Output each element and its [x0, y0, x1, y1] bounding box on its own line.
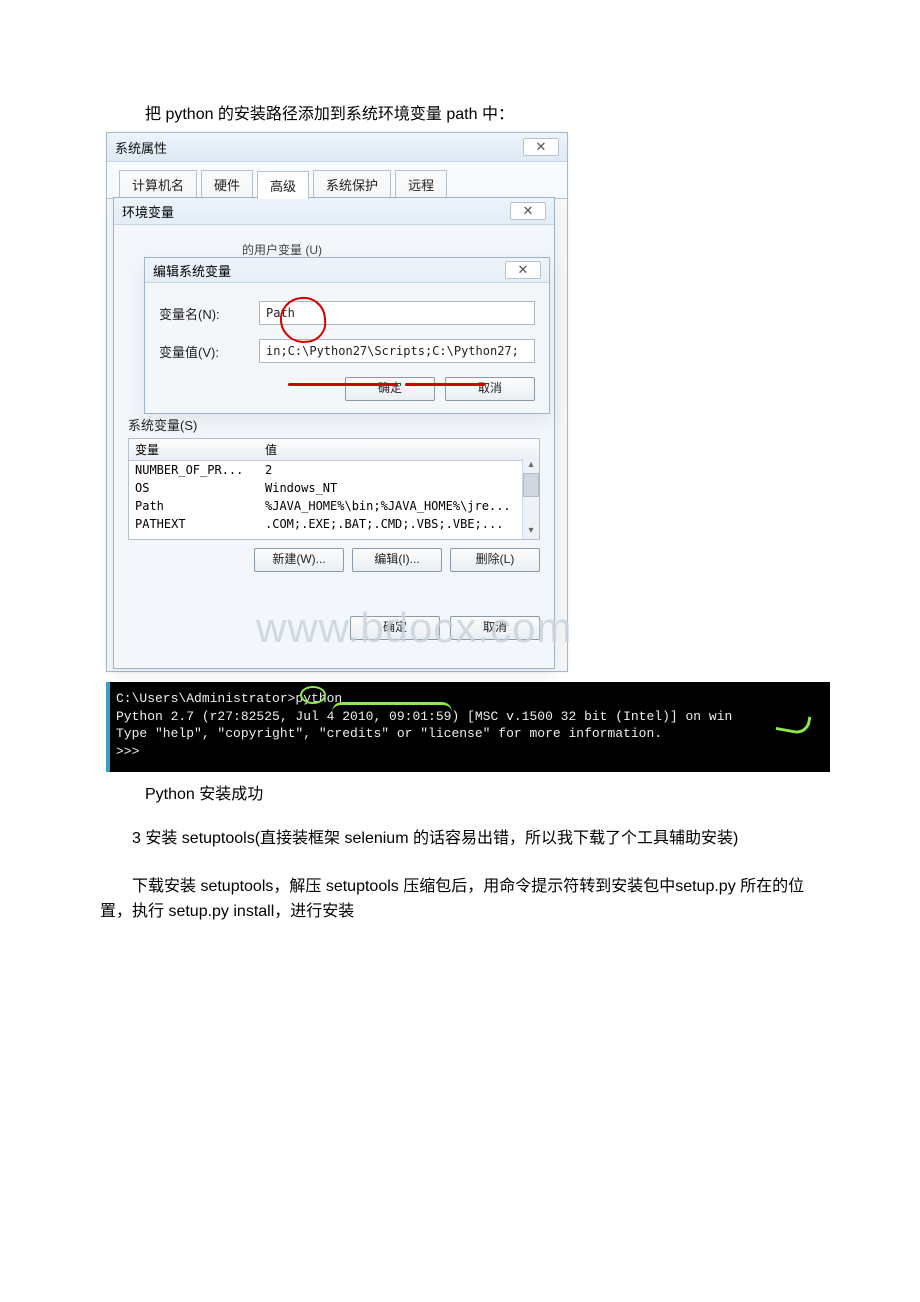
system-variables-list[interactable]: 变量 值 NUMBER_OF_PR... 2 OS Windows_NT — [128, 438, 540, 540]
setuptools-para: 3 安装 setuptools(直接装框架 selenium 的话容易出错，所以… — [100, 826, 820, 852]
var-value-input[interactable] — [259, 339, 535, 363]
cell: NUMBER_OF_PR... — [129, 461, 259, 479]
delete-button[interactable]: 删除(L) — [450, 548, 540, 572]
col-variable[interactable]: 变量 — [129, 439, 259, 460]
edit-titlebar: 编辑系统变量 ✕ — [145, 258, 549, 283]
close-icon[interactable]: ✕ — [510, 202, 546, 220]
scroll-thumb[interactable] — [523, 473, 539, 497]
var-value-label: 变量值(V): — [159, 342, 259, 361]
tab-panel: 环境变量 ✕ 的用户变量 (U) 编辑系统变量 ✕ — [107, 198, 567, 671]
env-titlebar: 环境变量 ✕ — [114, 198, 554, 225]
col-value[interactable]: 值 — [259, 439, 539, 460]
cell: PATHEXT — [129, 515, 259, 533]
tab-hardware[interactable]: 硬件 — [201, 170, 253, 198]
scrollbar[interactable]: ▴ ▾ — [522, 459, 539, 539]
new-button[interactable]: 新建(W)... — [254, 548, 344, 572]
chevron-down-icon[interactable]: ▾ — [523, 525, 539, 539]
tab-computer-name[interactable]: 计算机名 — [119, 170, 197, 198]
setup-instructions-para: 下载安装 setuptools，解压 setuptools 压缩包后，用命令提示… — [100, 874, 820, 925]
chevron-up-icon[interactable]: ▴ — [523, 459, 539, 473]
cell: 2 — [259, 461, 539, 479]
terminal-line: Python 2.7 (r27:82525, Jul 4 2010, 09:01… — [116, 708, 824, 726]
cmd-terminal: C:\Users\Administrator>python Python 2.7… — [106, 682, 830, 772]
cell: Path — [129, 497, 259, 515]
cancel-button[interactable]: 取消 — [445, 377, 535, 401]
close-icon[interactable]: ✕ — [523, 138, 559, 156]
env-variables-dialog: 环境变量 ✕ 的用户变量 (U) 编辑系统变量 ✕ — [113, 197, 555, 669]
terminal-line: C:\Users\Administrator>python — [116, 690, 824, 708]
cell: OS — [129, 479, 259, 497]
table-row[interactable]: NUMBER_OF_PR... 2 — [129, 461, 539, 479]
cell: .COM;.EXE;.BAT;.CMD;.VBS;.VBE;... — [259, 515, 539, 533]
env-title: 环境变量 — [122, 202, 174, 221]
edit-title: 编辑系统变量 — [153, 261, 231, 280]
table-row[interactable]: OS Windows_NT — [129, 479, 539, 497]
cell: Windows_NT — [259, 479, 539, 497]
intro-text: 把 python 的安装路径添加到系统环境变量 path 中： — [145, 100, 820, 124]
list-header: 变量 值 — [129, 439, 539, 461]
sysprop-title: 系统属性 — [115, 138, 167, 157]
ok-button[interactable]: 确定 — [345, 377, 435, 401]
cancel-button[interactable]: 取消 — [450, 616, 540, 640]
table-row[interactable]: Path %JAVA_HOME%\bin;%JAVA_HOME%\jre... — [129, 497, 539, 515]
var-name-input[interactable] — [259, 301, 535, 325]
sysprop-titlebar: 系统属性 ✕ — [107, 133, 567, 162]
edit-system-variable-dialog: 编辑系统变量 ✕ 变量名(N): — [144, 257, 550, 414]
var-name-label: 变量名(N): — [159, 304, 259, 323]
tab-advanced[interactable]: 高级 — [257, 171, 309, 199]
system-variables-label: 系统变量(S) — [128, 415, 540, 434]
tabs: 计算机名 硬件 高级 系统保护 远程 — [107, 162, 567, 198]
table-row[interactable]: PATHEXT .COM;.EXE;.BAT;.CMD;.VBS;.VBE;..… — [129, 515, 539, 533]
edit-button[interactable]: 编辑(I)... — [352, 548, 442, 572]
user-vars-partial-label: 的用户变量 (U) — [242, 241, 322, 258]
install-success-caption: Python 安装成功 — [145, 780, 820, 804]
terminal-prompt: >>> — [116, 743, 824, 761]
system-properties-window: 系统属性 ✕ 计算机名 硬件 高级 系统保护 远程 环境变量 ✕ 的用户 — [106, 132, 568, 672]
ok-button[interactable]: 确定 — [350, 616, 440, 640]
terminal-line: Type "help", "copyright", "credits" or "… — [116, 725, 824, 743]
tab-remote[interactable]: 远程 — [395, 170, 447, 198]
cell: %JAVA_HOME%\bin;%JAVA_HOME%\jre... — [259, 497, 539, 515]
close-icon[interactable]: ✕ — [505, 261, 541, 279]
tab-system-protection[interactable]: 系统保护 — [313, 170, 391, 198]
